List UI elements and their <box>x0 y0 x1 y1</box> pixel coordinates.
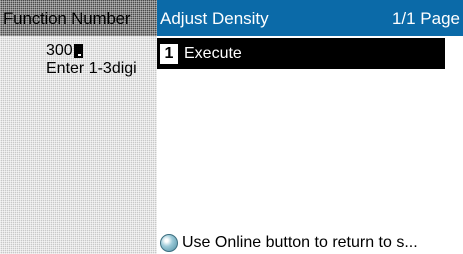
online-button-icon <box>160 234 178 252</box>
function-number-hint: Enter 1-3digi <box>46 60 137 77</box>
function-number-value: 300 <box>46 42 73 59</box>
footer-message: Use Online button to return to s... <box>182 234 418 251</box>
function-number-input[interactable]: 300 <box>46 42 83 60</box>
menu-item-execute[interactable]: 1 Execute <box>157 38 445 69</box>
menu-item-number: 1 <box>160 43 178 64</box>
adjust-density-header: Adjust Density 1/1 Page <box>157 0 463 36</box>
status-footer: Use Online button to return to s... <box>157 232 463 254</box>
page-title: Adjust Density <box>160 9 269 28</box>
function-number-panel: Function Number 300 Enter 1-3digi <box>0 0 157 254</box>
adjust-density-panel: Adjust Density 1/1 Page 1 Execute Use On… <box>157 0 463 254</box>
input-cursor-icon <box>73 44 83 58</box>
function-number-title: Function Number <box>3 9 131 28</box>
menu-item-label: Execute <box>184 44 242 62</box>
page-indicator: 1/1 Page <box>391 9 460 28</box>
function-number-header: Function Number <box>0 0 157 36</box>
